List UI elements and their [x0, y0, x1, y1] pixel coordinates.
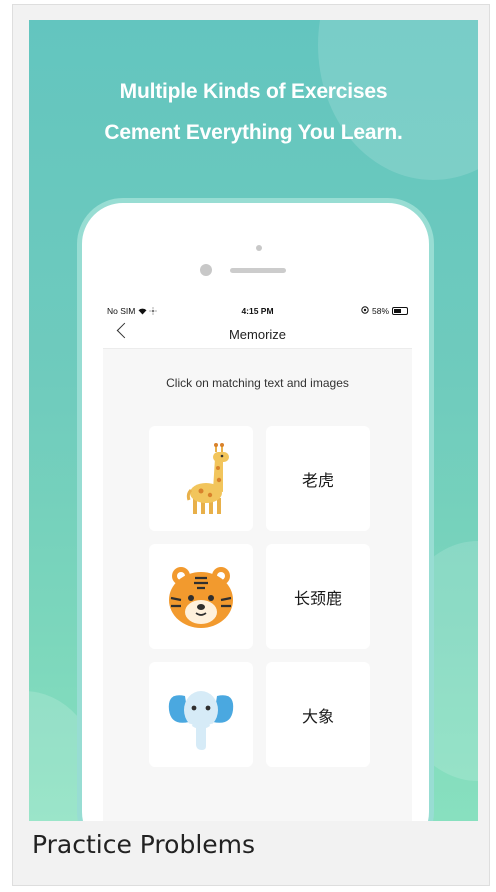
battery-percent: 58% — [371, 306, 389, 316]
banner-headline-line1: Multiple Kinds of Exercises — [119, 80, 388, 103]
word-label: 大象 — [301, 706, 334, 726]
nav-bar: Memorize — [103, 319, 412, 349]
elephant-icon — [168, 691, 234, 750]
phone-speaker — [230, 268, 286, 273]
image-tile-tiger[interactable] — [149, 544, 253, 649]
orientation-lock-icon — [361, 306, 369, 316]
status-bar: No SIM 4:15 PM 58% — [103, 301, 412, 319]
banner-headline-line2: Cement Everything You Learn. — [104, 121, 403, 144]
phone-sensor — [256, 245, 262, 251]
image-tile-giraffe[interactable] — [149, 426, 253, 531]
image-tile-elephant[interactable] — [149, 662, 253, 767]
word-tile-2[interactable]: 长颈鹿 — [266, 544, 370, 649]
screenshot-caption: Practice Problems — [32, 830, 256, 859]
status-battery: 58% — [361, 306, 408, 316]
promo-banner: Multiple Kinds of Exercises Cement Every… — [29, 20, 478, 821]
exercise-instruction: Click on matching text and images — [166, 376, 349, 390]
tiger-icon — [169, 567, 233, 628]
word-tile-1[interactable]: 老虎 — [266, 426, 370, 531]
page-title: Memorize — [228, 327, 287, 342]
giraffe-icon — [186, 443, 229, 514]
exercise-area: Click on matching text and images 老虎 长颈鹿… — [103, 349, 412, 821]
phone-front-camera — [200, 264, 212, 276]
word-label: 老虎 — [301, 470, 334, 490]
battery-level — [394, 309, 401, 313]
battery-icon — [392, 307, 408, 315]
word-tile-3[interactable]: 大象 — [266, 662, 370, 767]
app-screen: No SIM 4:15 PM 58% Memorize Click on mat… — [103, 301, 412, 821]
word-label: 长颈鹿 — [293, 588, 342, 608]
phone-mockup: No SIM 4:15 PM 58% Memorize Click on mat… — [77, 198, 434, 821]
